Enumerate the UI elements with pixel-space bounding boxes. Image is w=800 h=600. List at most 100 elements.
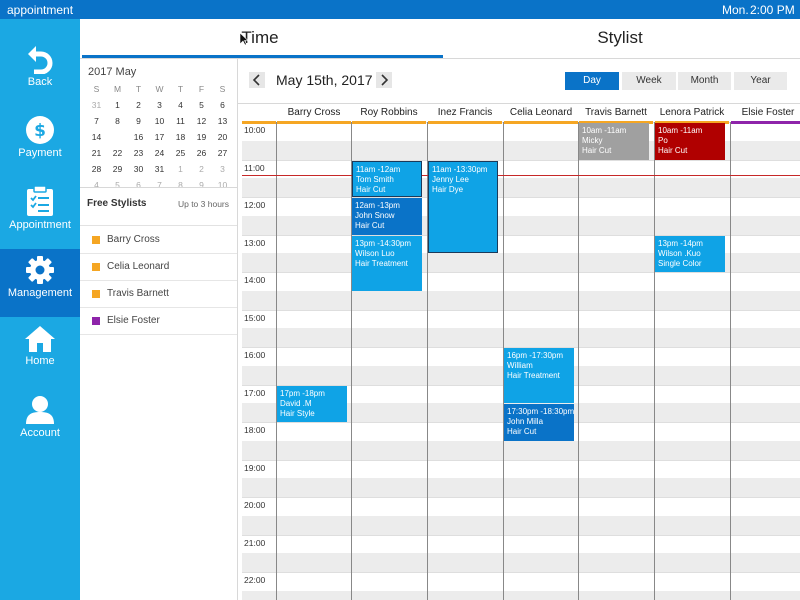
- nav-management-button[interactable]: Management: [0, 249, 80, 317]
- stylist-column-header[interactable]: Lenora Patrick: [654, 104, 730, 122]
- stylist-column-header[interactable]: Inez Francis: [427, 104, 503, 122]
- mini-calendar-day[interactable]: 30: [128, 161, 149, 177]
- prev-day-button[interactable]: [249, 72, 265, 88]
- mini-calendar-weekday: S: [219, 84, 226, 94]
- appointment-block[interactable]: 13pm -14:30pm Wilson Luo Hair Treatment: [352, 235, 422, 291]
- mini-calendar-day[interactable]: 11: [170, 113, 191, 129]
- mini-calendar-week: 28 29 30 31 1 2 3: [86, 161, 236, 177]
- free-stylist-item[interactable]: Travis Barnett: [80, 281, 237, 308]
- home-icon: [25, 326, 55, 352]
- mini-calendar-day[interactable]: 7: [86, 113, 107, 129]
- mini-calendar-day[interactable]: 18: [170, 129, 191, 145]
- mini-calendar-day[interactable]: 5: [191, 97, 212, 113]
- free-stylist-item[interactable]: Elsie Foster: [80, 308, 237, 335]
- mini-calendar-day[interactable]: 2: [191, 161, 212, 177]
- mini-calendar-day[interactable]: 31: [149, 161, 170, 177]
- hour-label: 16:00: [244, 350, 266, 360]
- nav-payment-button[interactable]: $ Payment: [0, 109, 80, 177]
- mini-calendar-day[interactable]: 24: [149, 145, 170, 161]
- mini-calendar-day[interactable]: 1: [107, 97, 128, 113]
- column-divider: [578, 122, 579, 600]
- app-title: appointment: [7, 3, 74, 17]
- appointment-block[interactable]: 17:30pm -18:30pm John Milla Hair Cut: [504, 404, 574, 441]
- stylist-color-bar: [504, 121, 578, 124]
- mini-calendar-day[interactable]: 14: [86, 129, 107, 145]
- dollar-icon: $: [26, 116, 54, 144]
- view-week-button[interactable]: Week: [622, 72, 676, 90]
- appointment-block[interactable]: 16pm -17:30pm William Hair Treatment: [504, 348, 574, 404]
- free-stylist-item[interactable]: Celia Leonard: [80, 254, 237, 281]
- mini-calendar-weekdays: SMTWTFS: [86, 81, 236, 97]
- mini-calendar-day[interactable]: 31: [86, 97, 107, 113]
- mini-calendar-day[interactable]: 3: [212, 161, 233, 177]
- title-bar: appointment Mon. 2:00 PM: [0, 0, 800, 19]
- sidebar: Back $ Payment Appointment Management Ho…: [0, 19, 80, 600]
- mini-calendar-day[interactable]: 19: [191, 129, 212, 145]
- appointment-block[interactable]: 13pm -14pm Wilson .Kuo Single Color: [655, 235, 725, 272]
- nav-label: Appointment: [9, 219, 71, 231]
- stylist-column-header[interactable]: Elsie Foster: [730, 104, 800, 122]
- mini-calendar-day[interactable]: 2: [128, 97, 149, 113]
- nav-appointment-button[interactable]: Appointment: [0, 179, 80, 247]
- hour-gridline: [242, 272, 800, 273]
- nav-label: Management: [7, 287, 73, 299]
- half-hour-band: [242, 178, 800, 197]
- stylist-column-header[interactable]: Barry Cross: [276, 104, 352, 122]
- free-stylists-header: Free Stylists Up to 3 hours: [80, 187, 237, 226]
- mini-calendar-day[interactable]: 29: [107, 161, 128, 177]
- mini-calendar-week: 21 22 23 24 25 26 27: [86, 145, 236, 161]
- mini-calendar-day[interactable]: 4: [170, 97, 191, 113]
- mini-calendar-month: 2017 May: [88, 66, 137, 78]
- mini-calendar-day[interactable]: 16: [128, 129, 149, 145]
- appointment-service: Hair Cut: [356, 184, 386, 194]
- mini-calendar-day[interactable]: 27: [212, 145, 233, 161]
- status-time: 2:00 PM: [750, 3, 795, 17]
- mini-calendar-weekday: F: [198, 84, 205, 94]
- appointment-time-label: 16pm -17:30pm: [507, 351, 564, 360]
- appointment-block[interactable]: 12am -13pm John Snow Hair Cut: [352, 198, 422, 235]
- mini-calendar-day[interactable]: 25: [170, 145, 191, 161]
- mini-calendar-day[interactable]: 28: [86, 161, 107, 177]
- tab-time[interactable]: Time: [80, 19, 440, 59]
- half-hour-band: [242, 553, 800, 572]
- mini-calendar-day[interactable]: 20: [212, 129, 233, 145]
- mini-calendar-day[interactable]: 21: [86, 145, 107, 161]
- free-stylist-item[interactable]: Barry Cross: [80, 227, 237, 254]
- mini-calendar-day[interactable]: 12: [191, 113, 212, 129]
- nav-home-button[interactable]: Home: [0, 319, 80, 387]
- stylist-column-header[interactable]: Celia Leonard: [503, 104, 579, 122]
- mini-calendar-day[interactable]: 1: [170, 161, 191, 177]
- mini-calendar-day[interactable]: 9: [128, 113, 149, 129]
- nav-account-button[interactable]: Account: [0, 389, 80, 457]
- appointment-client: Wilson Luo: [355, 248, 395, 258]
- nav-back-button[interactable]: Back: [0, 38, 80, 106]
- hour-gridline: [242, 459, 800, 461]
- view-month-button[interactable]: Month: [678, 72, 731, 90]
- appointment-time-label: 17:30pm -18:30pm: [507, 407, 574, 417]
- mini-calendar-day[interactable]: 6: [212, 97, 233, 113]
- view-day-button[interactable]: Day: [565, 72, 619, 90]
- next-day-button[interactable]: [376, 72, 392, 88]
- mini-calendar-day[interactable]: 23: [128, 145, 149, 161]
- mini-calendar-day[interactable]: 17: [149, 129, 170, 145]
- mini-calendar-week: 31 1 2 3 4 5 6: [86, 97, 236, 113]
- mini-calendar-day[interactable]: 13: [212, 113, 233, 129]
- stylist-column-header[interactable]: Travis Barnett: [578, 104, 654, 122]
- appointment-service: Hair Treatment: [507, 371, 560, 380]
- view-year-button[interactable]: Year: [734, 72, 787, 90]
- tab-stylist[interactable]: Stylist: [440, 19, 800, 59]
- mini-calendar-day[interactable]: 22: [107, 145, 128, 161]
- mini-calendar-day[interactable]: 26: [191, 145, 212, 161]
- appointment-block[interactable]: 17pm -18pm David .M Hair Style: [277, 385, 347, 422]
- appointment-block[interactable]: 10am -11am Micky Hair Cut: [579, 123, 649, 160]
- mini-calendar-selected-day[interactable]: 15: [107, 129, 128, 145]
- appointment-block[interactable]: 11am -13:30pm Jenny Lee Hair Dye: [428, 160, 498, 254]
- mini-calendar-day[interactable]: 8: [107, 113, 128, 129]
- mini-calendar-day[interactable]: 10: [149, 113, 170, 129]
- appointment-block[interactable]: 11am -12am Tom Smith Hair Cut: [352, 160, 422, 197]
- appointment-block[interactable]: 10am -11am Po Hair Cut: [655, 123, 725, 160]
- hour-label: 13:00: [244, 237, 266, 248]
- stylist-column-header[interactable]: Roy Robbins: [351, 104, 427, 122]
- mini-calendar-day[interactable]: 3: [149, 97, 170, 113]
- stylist-color-marker: [92, 263, 100, 271]
